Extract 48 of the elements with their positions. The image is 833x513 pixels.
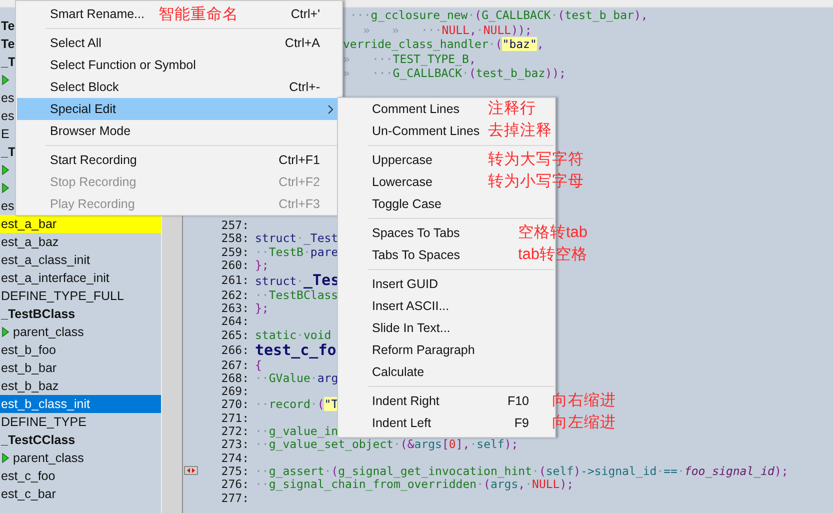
line-number: 266:: [220, 342, 249, 357]
line-number: 267:: [220, 358, 249, 372]
code-line: ··TestB·pare: [255, 244, 338, 259]
code-line: test_c_fo: [255, 340, 336, 359]
line-number: 268:: [220, 370, 249, 385]
line-number: 260:: [220, 258, 249, 272]
code-line: verride_class_handler·("baz",: [343, 37, 544, 52]
code-line: };: [255, 258, 269, 272]
code-line: ··g_value_in: [255, 424, 338, 438]
code-line: ··g_assert·(g_signal_get_invocation_hint·(self)->signal_id·==·foo_signal_id);: [255, 464, 788, 478]
line-number: 257:: [220, 218, 249, 232]
code-line: {: [255, 358, 262, 372]
annotation-text: 向右缩进: [552, 391, 616, 411]
code-line: ··TestBClass: [255, 288, 338, 302]
annotation-text: tab转空格: [518, 245, 588, 265]
code-line: ··g_signal_chain_from_overridden·(args,·NULL);: [255, 477, 574, 492]
annotation-text: 去掉注释: [488, 121, 552, 141]
line-number: 276:: [220, 477, 249, 492]
code-line: static·void: [255, 328, 332, 342]
line-number: 261:: [220, 272, 249, 287]
line-number: 269:: [220, 384, 249, 398]
annotation-text: 转为大写字符: [488, 150, 584, 170]
line-number: 262:: [220, 288, 249, 302]
line-number: 272:: [220, 424, 249, 438]
code-line: ··GValue·arg: [255, 370, 338, 385]
annotation-text: 向左缩进: [552, 413, 616, 433]
line-number: 265:: [220, 328, 249, 342]
annotation-text: 空格转tab: [518, 223, 588, 243]
code-line: » ···G_CALLBACK·(test_b_baz));: [343, 66, 566, 80]
code-line: struct·_Test: [255, 231, 338, 246]
line-number: 277:: [220, 490, 249, 504]
line-number: 270:: [220, 397, 249, 412]
annotation-text: 注释行: [488, 99, 536, 119]
code-line: ··g_value_set_object·(&args[0],·self);: [255, 437, 518, 452]
code-line: » ···TEST_TYPE_B,: [343, 52, 476, 66]
line-number: 264:: [220, 314, 249, 328]
line-number: 275:: [220, 464, 249, 478]
code-line: ···g_cclosure_new·(G_CALLBACK·(test_b_bar),: [350, 8, 648, 22]
line-number: 258:: [220, 231, 249, 246]
line-number: 263:: [220, 301, 249, 316]
line-number: 273:: [220, 437, 249, 452]
code-line: ··record·("T: [255, 397, 338, 412]
code-line: };: [255, 301, 269, 316]
line-number: 259:: [220, 244, 249, 259]
code-line: » » ···NULL,·NULL));: [363, 22, 532, 37]
annotation-text: 转为小写字母: [488, 172, 584, 192]
line-number: 274:: [220, 450, 249, 465]
line-number: 271:: [220, 410, 249, 425]
